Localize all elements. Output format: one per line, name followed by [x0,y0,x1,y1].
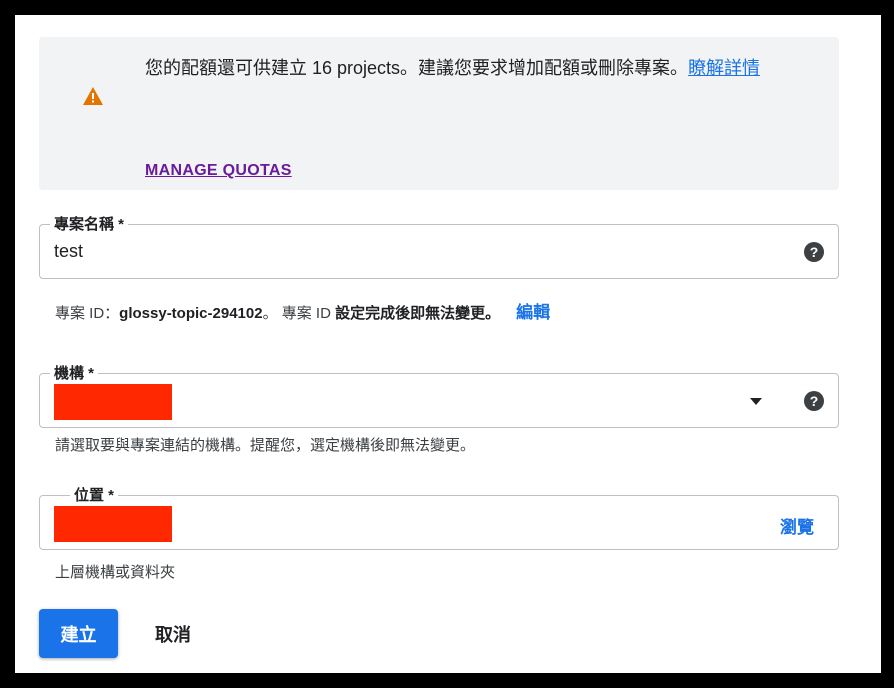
new-project-form: 您的配額還可供建立 16 projects。建議您要求增加配額或刪除專案。瞭解詳… [15,15,881,673]
quota-notice: 您的配額還可供建立 16 projects。建議您要求增加配額或刪除專案。瞭解詳… [39,37,839,190]
location-hint: 上層機構或資料夾 [55,564,176,581]
organization-select[interactable]: 機構 * ? [39,362,839,428]
location-label: 位置 * [70,484,119,505]
quota-message-text: 您的配額還可供建立 16 projects。建議您要求增加配額或刪除專案。 [145,58,689,78]
project-name-label: 專案名稱 * [50,213,129,234]
browse-button[interactable]: 瀏覽 [780,513,814,538]
project-name-field[interactable]: 專案名稱 * test ? [39,213,839,279]
project-name-input[interactable]: test [54,241,83,262]
dropdown-arrow-icon[interactable] [750,398,762,405]
organization-label: 機構 * [50,362,99,383]
help-icon[interactable]: ? [804,391,824,411]
create-button[interactable]: 建立 [39,609,118,658]
location-field[interactable]: 位置 * 瀏覽 [39,484,839,550]
edit-project-id-link[interactable]: 編輯 [516,303,550,322]
redacted-location-value [54,506,172,542]
project-id-warning: 設定完成後即無法變更。 [335,305,501,322]
project-id-info: 專案 ID：glossy-topic-294102。 專案 ID 設定完成後即無… [55,298,550,323]
warning-icon [83,87,103,105]
cancel-button[interactable]: 取消 [143,609,203,658]
project-id-middle: 。 專案 ID [262,305,336,322]
project-id-value: glossy-topic-294102 [119,305,263,322]
redacted-organization-value [54,384,172,420]
learn-more-link[interactable]: 瞭解詳情 [688,58,760,78]
help-icon[interactable]: ? [804,242,824,262]
manage-quotas-link[interactable]: MANAGE QUOTAS [145,162,292,180]
project-id-prefix: 專案 ID： [55,305,120,322]
quota-message: 您的配額還可供建立 16 projects。建議您要求增加配額或刪除專案。瞭解詳… [145,53,815,83]
organization-hint: 請選取要與專案連結的機構。提醒您，選定機構後即無法變更。 [55,437,476,454]
